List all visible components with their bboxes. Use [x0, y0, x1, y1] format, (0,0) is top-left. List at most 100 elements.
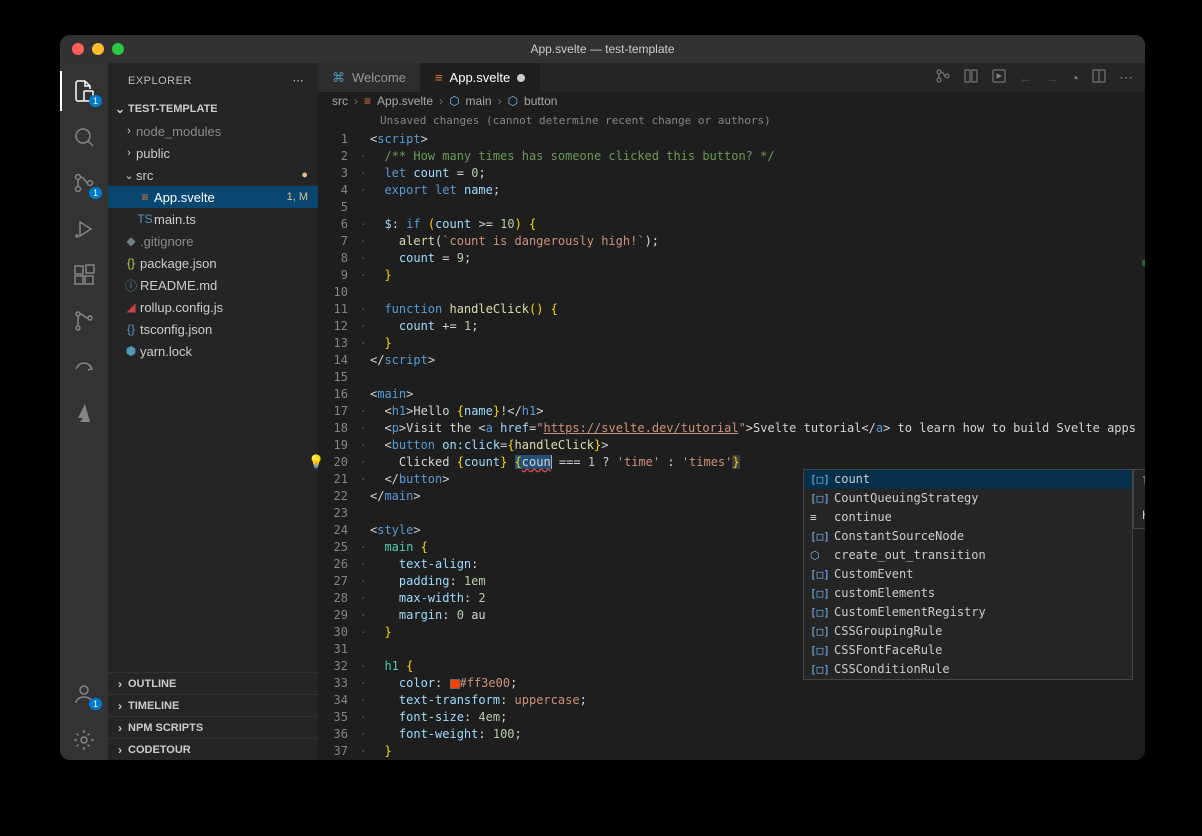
breadcrumb[interactable]: src› ≡App.svelte› ⬡main› ⬡button [318, 92, 1145, 110]
project-name: TEST-TEMPLATE [128, 103, 218, 115]
section-codetour[interactable]: ›CODETOUR [108, 738, 318, 760]
minimap[interactable] [1135, 110, 1145, 760]
code-line[interactable]: 6· $: if (count >= 10) { [318, 216, 1145, 233]
breadcrumb-main[interactable]: main [466, 94, 492, 108]
workbench: 1 1 1 EXPLORER ⋯ ⌄TEST-TEMPLATE ›node_mo… [60, 63, 1145, 760]
explorer-icon[interactable]: 1 [60, 71, 108, 111]
folder-src[interactable]: ⌄src● [108, 164, 318, 186]
suggest-item[interactable]: [□]count [804, 470, 1132, 489]
file-README.md[interactable]: ⓘREADME.md [108, 274, 318, 296]
sidebar-more-icon[interactable]: ⋯ [293, 74, 305, 87]
file-tree: ›node_modules›public⌄src●≡App.svelte1, M… [108, 120, 318, 672]
editor-area: ⌘Welcome≡App.svelte ← → ◔ ⋯ src› ≡App.sv… [318, 63, 1145, 760]
sidebar: EXPLORER ⋯ ⌄TEST-TEMPLATE ›node_modules›… [108, 63, 318, 760]
suggest-item[interactable]: ≡continue [804, 508, 1132, 527]
extensions-icon[interactable] [60, 255, 108, 295]
code-line[interactable]: 19· <button on:click={handleClick}> [318, 437, 1145, 454]
breadcrumb-src[interactable]: src [332, 94, 348, 108]
code-line[interactable]: 17· <h1>Hello {name}!</h1> [318, 403, 1145, 420]
breadcrumb-button[interactable]: button [524, 94, 557, 108]
file-package.json[interactable]: {}package.json [108, 252, 318, 274]
code-line[interactable]: 11· function handleClick() { [318, 301, 1145, 318]
file-tsconfig.json[interactable]: {}tsconfig.json [108, 318, 318, 340]
split-editor-icon[interactable] [1091, 68, 1107, 87]
window-controls [60, 43, 124, 55]
open-changes-icon[interactable] [963, 68, 979, 87]
suggest-item[interactable]: [□]customElements [804, 584, 1132, 603]
section-outline[interactable]: ›OUTLINE [108, 672, 318, 694]
code-line[interactable]: 12· count += 1; [318, 318, 1145, 335]
breadcrumb-file[interactable]: App.svelte [377, 94, 433, 108]
tab-app.svelte[interactable]: ≡App.svelte [421, 63, 540, 92]
code-editor[interactable]: Unsaved changes (cannot determine recent… [318, 110, 1145, 760]
sidebar-header: EXPLORER ⋯ [108, 63, 318, 98]
accounts-icon[interactable]: 1 [60, 674, 108, 714]
titlebar[interactable]: App.svelte — test-template [60, 35, 1145, 63]
code-line[interactable]: 3· let count = 0; [318, 165, 1145, 182]
folder-public[interactable]: ›public [108, 142, 318, 164]
lightbulb-icon[interactable]: 💡 [308, 454, 324, 471]
code-line[interactable]: 4· export let name; [318, 182, 1145, 199]
file-.gitignore[interactable]: ◆.gitignore [108, 230, 318, 252]
editor-actions: ← → ◔ ⋯ [935, 63, 1145, 92]
doc-signature: let count: number [1142, 474, 1145, 491]
suggest-item[interactable]: [□]CSSConditionRule [804, 660, 1132, 679]
suggest-item[interactable]: [□]CSSFontFaceRule [804, 641, 1132, 660]
compare-icon[interactable] [935, 68, 951, 87]
suggest-item[interactable]: ⬡create_out_transition [804, 546, 1132, 565]
more-actions-icon[interactable]: ⋯ [1119, 69, 1133, 86]
minimize-window-button[interactable] [92, 43, 104, 55]
code-line[interactable]: 15 [318, 369, 1145, 386]
doc-description: How many times has someone clicked this … [1142, 507, 1145, 524]
tab-welcome[interactable]: ⌘Welcome [318, 63, 421, 92]
file-App.svelte[interactable]: ≡App.svelte1, M [108, 186, 318, 208]
azure-icon[interactable] [60, 393, 108, 433]
code-line[interactable]: 36· font-weight: 100; [318, 726, 1145, 743]
activity-bar: 1 1 1 [60, 63, 108, 760]
code-line[interactable]: 5 [318, 199, 1145, 216]
code-line[interactable]: 35· font-size: 4em; [318, 709, 1145, 726]
suggest-item[interactable]: [□]CountQueuingStrategy [804, 489, 1132, 508]
code-line[interactable]: 18· <p>Visit the <a href="https://svelte… [318, 420, 1145, 437]
suggest-item[interactable]: [□]CustomEvent [804, 565, 1132, 584]
suggest-item[interactable]: [□]CSSGroupingRule [804, 622, 1132, 641]
section-timeline[interactable]: ›TIMELINE [108, 694, 318, 716]
file-rollup.config.js[interactable]: ◢rollup.config.js [108, 296, 318, 318]
file-yarn.lock[interactable]: ⬢yarn.lock [108, 340, 318, 362]
run-debug-icon[interactable] [60, 209, 108, 249]
live-share-icon[interactable] [60, 347, 108, 387]
section-npm scripts[interactable]: ›NPM SCRIPTS [108, 716, 318, 738]
suggest-item[interactable]: [□]ConstantSourceNode [804, 527, 1132, 546]
suggest-item[interactable]: [□]CustomElementRegistry [804, 603, 1132, 622]
code-line[interactable]: 34· text-transform: uppercase; [318, 692, 1145, 709]
code-line[interactable]: 16<main> [318, 386, 1145, 403]
window-title: App.svelte — test-template [60, 42, 1145, 56]
code-line[interactable]: 2· /** How many times has someone clicke… [318, 148, 1145, 165]
vscode-window: App.svelte — test-template 1 1 1 EXPLORE… [60, 35, 1145, 760]
file-main.ts[interactable]: TSmain.ts [108, 208, 318, 230]
sidebar-title: EXPLORER [128, 75, 192, 87]
git-graph-icon[interactable] [60, 301, 108, 341]
folder-node_modules[interactable]: ›node_modules [108, 120, 318, 142]
open-preview-icon[interactable] [991, 68, 1007, 87]
code-line[interactable]: 13· } [318, 335, 1145, 352]
nav-forward-icon[interactable]: → [1045, 70, 1059, 86]
close-window-button[interactable] [72, 43, 84, 55]
code-line[interactable]: 9· } [318, 267, 1145, 284]
project-header[interactable]: ⌄TEST-TEMPLATE [108, 98, 318, 120]
code-line[interactable]: 14</script> [318, 352, 1145, 369]
code-line[interactable]: 1<script> [318, 131, 1145, 148]
maximize-window-button[interactable] [112, 43, 124, 55]
source-control-icon[interactable]: 1 [60, 163, 108, 203]
suggest-doc: × let count: number How many times has s… [1133, 469, 1145, 529]
code-line[interactable]: 8· count = 9; [318, 250, 1145, 267]
suggest-widget[interactable]: [□]count[□]CountQueuingStrategy≡continue… [803, 469, 1133, 680]
nav-back-icon[interactable]: ← [1019, 70, 1033, 86]
settings-gear-icon[interactable] [60, 720, 108, 760]
scm-badge: 1 [89, 187, 102, 199]
search-icon[interactable] [60, 117, 108, 157]
code-line[interactable]: 7· alert(`count is dangerously high!`); [318, 233, 1145, 250]
code-line[interactable]: 37· } [318, 743, 1145, 760]
codelens-icon[interactable]: ◔ [1071, 70, 1079, 86]
code-line[interactable]: 10 [318, 284, 1145, 301]
